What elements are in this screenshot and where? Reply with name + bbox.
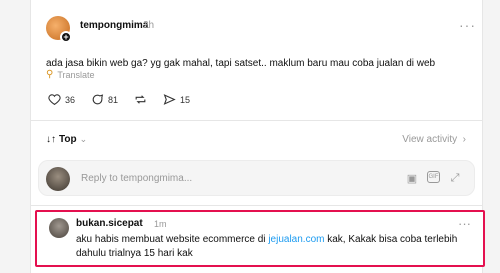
repost-button[interactable]: [134, 93, 147, 106]
comment-text: aku habis membuat website ecommerce di j…: [76, 233, 476, 261]
send-icon: [163, 94, 176, 105]
view-activity-label: View activity: [402, 134, 458, 145]
comment-username[interactable]: bukan.sicepat: [76, 218, 143, 229]
comment-time: 1m: [154, 219, 167, 229]
more-options-icon[interactable]: ···: [458, 216, 471, 231]
translate-label: Translate: [57, 69, 95, 80]
repost-icon: [135, 95, 146, 104]
post-actions: 36 81 15: [48, 93, 190, 106]
like-count: 36: [65, 94, 76, 105]
reply-placeholder: Reply to tempongmima...: [81, 173, 193, 184]
sort-arrows-icon: ↓↑: [46, 134, 56, 145]
comment-count: 81: [108, 94, 119, 105]
translate-icon: ⚲: [46, 69, 54, 80]
share-count: 15: [180, 94, 191, 105]
reply-input[interactable]: Reply to tempongmima... ▣ GIF ⤢: [38, 160, 475, 196]
comment-icon: [92, 94, 104, 105]
translate-link[interactable]: ⚲ Translate: [46, 69, 95, 80]
highlighted-comment: bukan.sicepat 1m ··· aku habis membuat w…: [35, 210, 485, 267]
divider: [30, 205, 483, 206]
post-text: ada jasa bikin web ga? yg gak mahal, tap…: [46, 58, 436, 69]
reply-tools: ▣ GIF ⤢: [405, 171, 462, 185]
divider: [30, 120, 483, 121]
post-username[interactable]: tempongmima: [80, 20, 148, 31]
image-icon[interactable]: ▣: [405, 171, 419, 185]
avatar: [46, 167, 70, 191]
sort-dropdown[interactable]: ↓↑ Top ⌄: [46, 134, 87, 145]
heart-icon: [48, 94, 61, 106]
avatar[interactable]: [49, 218, 69, 238]
post-time: 2h: [143, 20, 155, 31]
expand-icon[interactable]: ⤢: [448, 171, 462, 185]
comment-button[interactable]: 81: [91, 93, 118, 106]
sort-label: Top: [59, 134, 77, 145]
gif-icon[interactable]: GIF: [427, 171, 440, 183]
comment-link[interactable]: jejualan.com: [268, 234, 324, 245]
post-header: + tempongmima 2h ···: [46, 16, 475, 46]
view-activity-link[interactable]: View activity ›: [402, 134, 466, 145]
chevron-down-icon: ⌄: [79, 134, 88, 144]
comment-text-before: aku habis membuat website ecommerce di: [76, 234, 269, 245]
follow-plus-icon[interactable]: +: [60, 31, 72, 43]
more-options-icon[interactable]: ···: [459, 17, 476, 33]
chevron-right-icon: ›: [459, 134, 466, 145]
like-button[interactable]: 36: [48, 93, 75, 106]
share-button[interactable]: 15: [163, 93, 190, 106]
